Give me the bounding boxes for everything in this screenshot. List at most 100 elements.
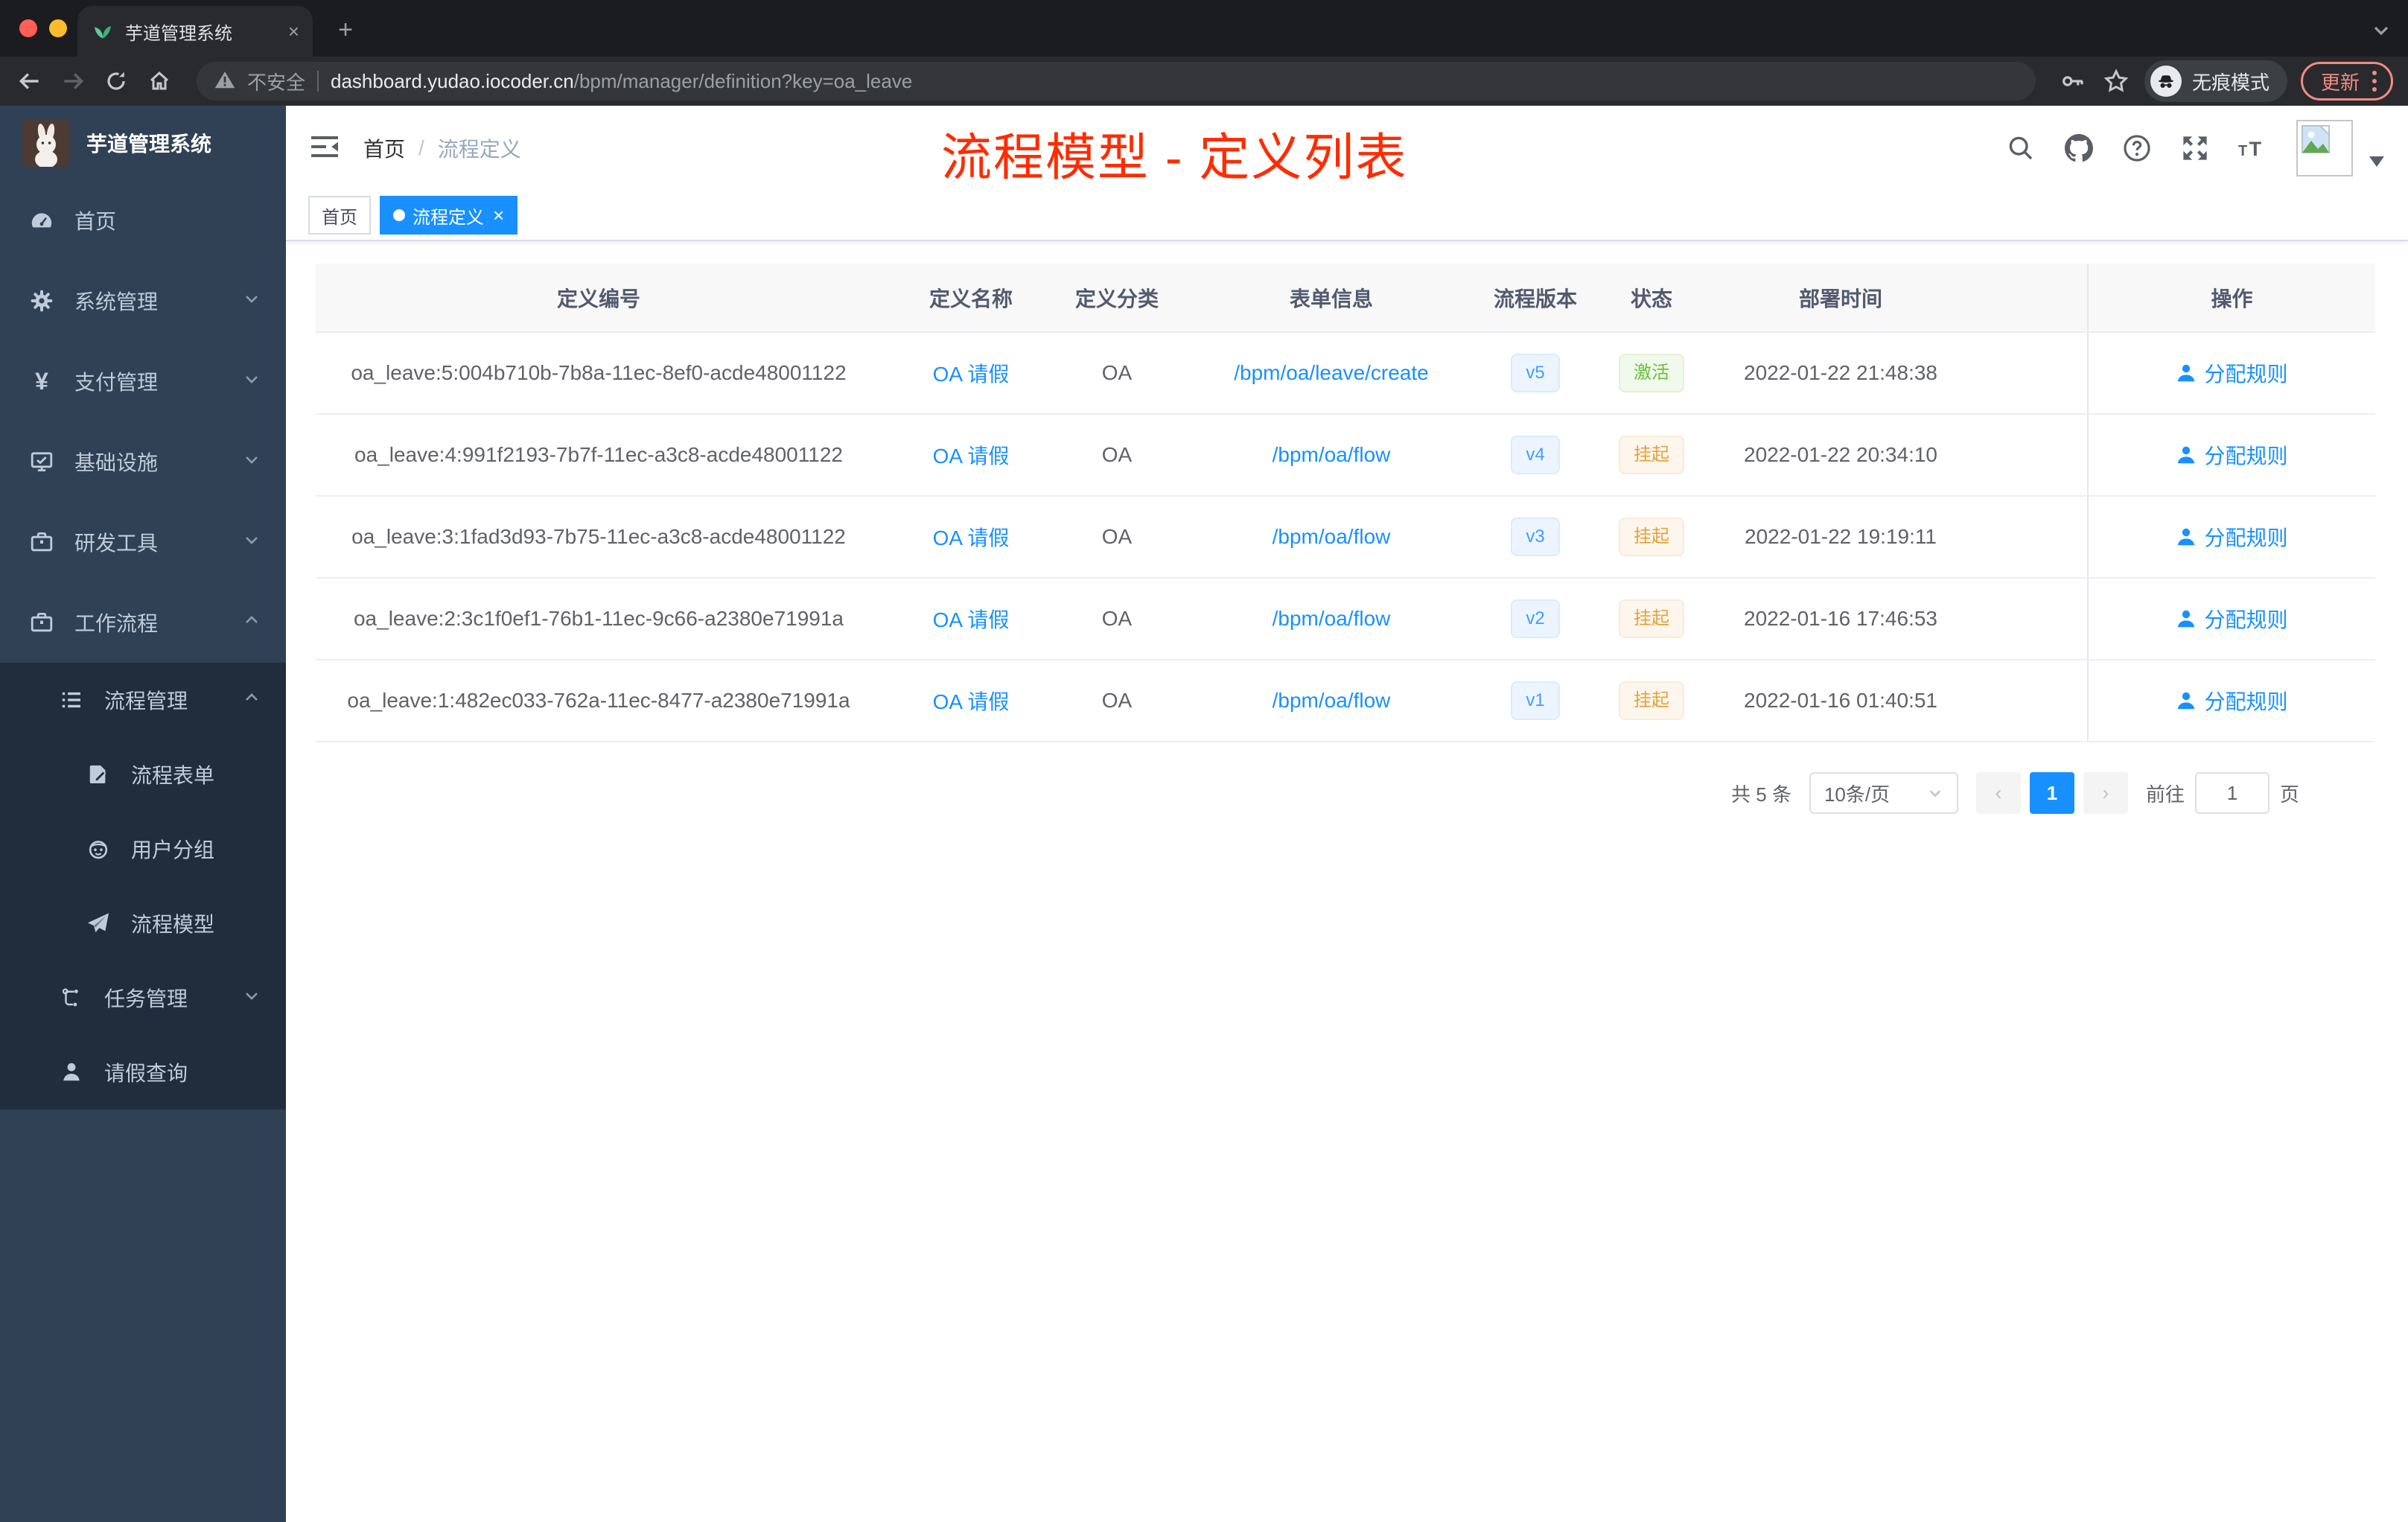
definition-id: oa_leave:1:482ec033-762a-11ec-8477-a2380…: [316, 660, 882, 742]
home-icon[interactable]: [144, 66, 174, 96]
next-page-button[interactable]: ›: [2083, 772, 2128, 814]
breadcrumb-current: 流程定义: [437, 138, 521, 161]
form-info-link[interactable]: /bpm/oa/flow: [1273, 607, 1391, 630]
definition-name-link[interactable]: OA 请假: [933, 363, 1010, 386]
deploy-time: 2022-01-16 01:40:51: [1721, 660, 1960, 742]
sidebar-item-task-management[interactable]: 任务管理: [0, 961, 286, 1035]
annotation-title: 流程模型 - 定义列表: [941, 130, 1408, 186]
page-1-button[interactable]: 1: [2029, 772, 2074, 814]
definition-id: oa_leave:3:1fad3d93-7b75-11ec-a3c8-acde4…: [316, 496, 882, 579]
user-icon: [2178, 610, 2195, 627]
tag-home[interactable]: 首页: [308, 196, 371, 235]
form-info-link[interactable]: /bpm/oa/flow: [1273, 443, 1391, 466]
sidebar-item-system[interactable]: 系统管理: [0, 261, 286, 341]
breadcrumb-home[interactable]: 首页: [363, 133, 405, 163]
prev-page-button[interactable]: ‹: [1975, 772, 2021, 814]
user-icon: [2178, 446, 2195, 463]
page-size-select[interactable]: 10条/页: [1809, 772, 1958, 814]
sidebar-item-label: 工作流程: [74, 612, 159, 635]
sidebar-item-payment[interactable]: ¥ 支付管理: [0, 341, 286, 421]
column-form-info: 表单信息: [1173, 264, 1489, 333]
url-text[interactable]: dashboard.yudao.iocoder.cn/bpm/manager/d…: [331, 70, 912, 93]
tab-close-icon[interactable]: ×: [288, 22, 299, 41]
sidebar-item-home[interactable]: 首页: [0, 180, 286, 261]
reload-icon[interactable]: [101, 66, 131, 96]
password-key-icon[interactable]: [2058, 66, 2088, 96]
sidebar-toggle-icon[interactable]: [310, 133, 340, 163]
github-icon[interactable]: [2064, 133, 2094, 163]
assign-rule-button[interactable]: 分配规则: [2176, 440, 2288, 470]
browser-tabstrip: 芋道管理系统 × +: [0, 0, 2408, 57]
sidebar-item-user-group[interactable]: 用户分组: [0, 812, 286, 886]
chevron-down-icon: [243, 530, 261, 554]
fullscreen-icon[interactable]: [2180, 133, 2210, 163]
version-badge: v1: [1511, 681, 1560, 720]
definition-table: 定义编号 定义名称 定义分类 表单信息 流程版本 状态 部署时间 操作 oa_l…: [316, 264, 2375, 742]
sidebar-item-label: 首页: [74, 210, 117, 233]
url-divider: [317, 71, 319, 92]
assign-rule-button[interactable]: 分配规则: [2176, 686, 2288, 716]
avatar[interactable]: [2296, 120, 2353, 176]
sidebar-item-workflow[interactable]: 工作流程: [0, 582, 286, 663]
security-label[interactable]: 不安全: [247, 68, 305, 95]
security-warning-icon[interactable]: [214, 68, 235, 95]
forward-icon[interactable]: [58, 66, 88, 96]
browser-toolbar: 不安全 dashboard.yudao.iocoder.cn/bpm/manag…: [0, 57, 2408, 106]
sidebar-item-dev-tools[interactable]: 研发工具: [0, 502, 286, 582]
sidebar-item-process-model[interactable]: 流程模型: [0, 886, 286, 961]
definition-name-link[interactable]: OA 请假: [933, 526, 1010, 550]
url-path: /bpm/manager/definition?key=oa_leave: [573, 69, 913, 92]
window-minimize-button[interactable]: [49, 19, 67, 37]
definition-name-link[interactable]: OA 请假: [933, 445, 1010, 468]
font-size-icon[interactable]: TT: [2238, 133, 2268, 163]
page-unit-label: 页: [2279, 783, 2299, 806]
user-icon: [2178, 528, 2195, 545]
tags-view: 首页 流程定义 ×: [286, 191, 2408, 241]
status-badge: 挂起: [1619, 599, 1684, 638]
definition-name-link[interactable]: OA 请假: [933, 608, 1010, 631]
back-icon[interactable]: [15, 66, 45, 96]
url-host: dashboard.yudao.iocoder.cn: [331, 69, 574, 92]
form-info-link[interactable]: /bpm/oa/flow: [1273, 689, 1391, 712]
column-status: 状态: [1582, 264, 1721, 333]
status-badge: 激活: [1619, 354, 1684, 392]
incognito-badge[interactable]: 无痕模式: [2144, 60, 2287, 102]
sidebar-item-label: 流程表单: [131, 764, 215, 787]
goto-page-input[interactable]: [2194, 772, 2270, 814]
logo-avatar: [22, 119, 70, 167]
window-close-button[interactable]: [19, 19, 37, 37]
search-icon[interactable]: [2006, 133, 2036, 163]
definition-category: OA: [1060, 578, 1173, 660]
definition-id: oa_leave:4:991f2193-7b7f-11ec-a3c8-acde4…: [316, 414, 882, 497]
browser-tab[interactable]: 芋道管理系统 ×: [77, 6, 313, 57]
definition-category: OA: [1060, 332, 1173, 415]
sidebar-item-leave-query[interactable]: 请假查询: [0, 1035, 286, 1109]
tag-process-definition[interactable]: 流程定义 ×: [380, 196, 518, 235]
definition-name-link[interactable]: OA 请假: [933, 690, 1010, 713]
browser-update-button[interactable]: 更新: [2300, 62, 2393, 101]
column-spacer: [1960, 264, 2088, 333]
form-info-link[interactable]: /bpm/oa/leave/create: [1234, 361, 1429, 384]
caret-down-icon[interactable]: [2369, 145, 2384, 173]
new-tab-button[interactable]: +: [328, 12, 363, 48]
sidebar-item-process-management[interactable]: 流程管理: [0, 663, 286, 737]
sidebar-item-infrastructure[interactable]: 基础设施: [0, 421, 286, 502]
gear-icon: [30, 289, 54, 313]
tab-search-icon[interactable]: [2372, 18, 2390, 45]
help-icon[interactable]: [2122, 133, 2152, 163]
bookmark-star-icon[interactable]: [2101, 66, 2131, 96]
assign-rule-button[interactable]: 分配规则: [2176, 522, 2288, 552]
assign-rule-button[interactable]: 分配规则: [2176, 604, 2288, 634]
chevron-down-icon: [243, 369, 261, 393]
definition-id: oa_leave:2:3c1f0ef1-76b1-11ec-9c66-a2380…: [316, 578, 882, 660]
assign-rule-button[interactable]: 分配规则: [2176, 358, 2288, 388]
url-bar[interactable]: 不安全 dashboard.yudao.iocoder.cn/bpm/manag…: [197, 62, 2036, 101]
paper-plane-icon: [86, 911, 110, 935]
form-info-link[interactable]: /bpm/oa/flow: [1273, 525, 1391, 548]
tag-close-icon[interactable]: ×: [493, 206, 504, 225]
briefcase-icon: [30, 530, 54, 554]
sidebar-item-process-form[interactable]: 流程表单: [0, 737, 286, 812]
sidebar-item-label: 支付管理: [74, 371, 159, 394]
page-content: 定义编号 定义名称 定义分类 表单信息 流程版本 状态 部署时间 操作 oa_l…: [286, 241, 2408, 1522]
workflow-submenu: 流程管理 流程表单 用户分组 流程模型 任务管理 请假查询: [0, 663, 286, 1109]
